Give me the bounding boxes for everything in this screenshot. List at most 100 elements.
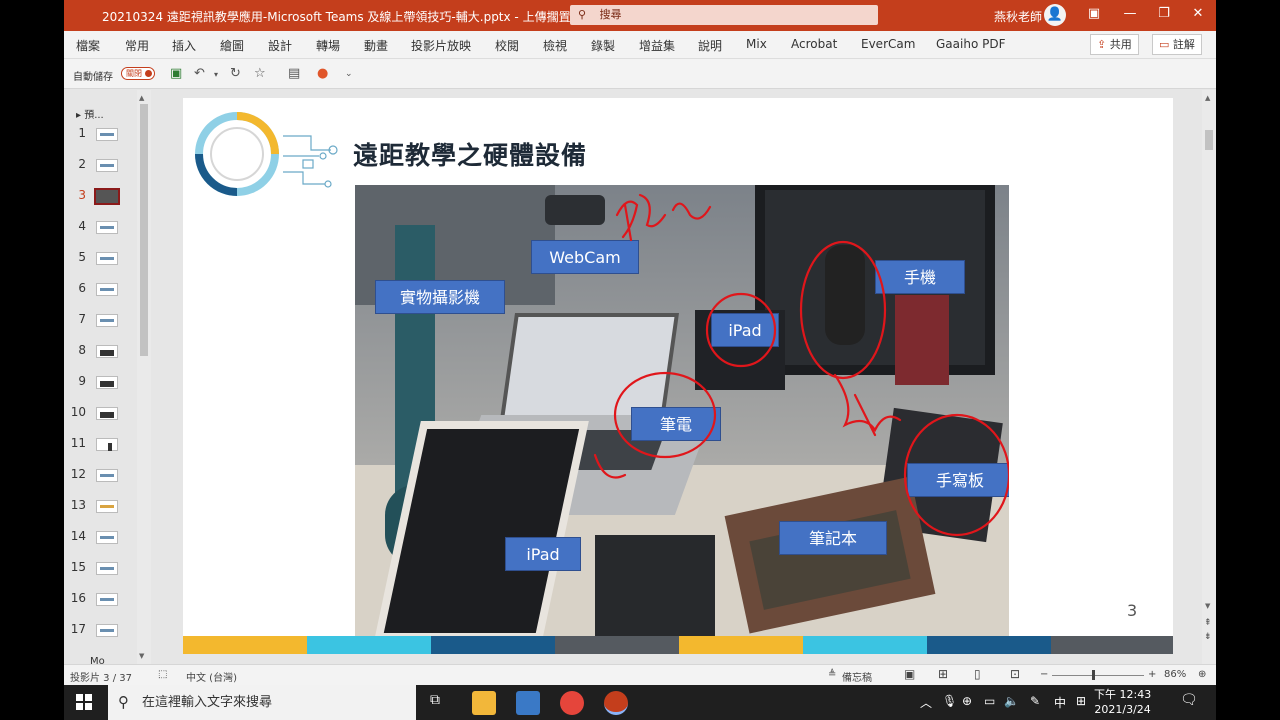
- word-app-icon[interactable]: [516, 691, 540, 715]
- ime-mode-icon[interactable]: ⊞: [1076, 694, 1086, 708]
- thumbnail-13[interactable]: 13: [64, 496, 144, 520]
- slide-scrollbar[interactable]: ▲ ▼ ⇞ ⇟: [1202, 90, 1216, 664]
- scroll-thumb[interactable]: [1205, 130, 1213, 150]
- task-view-icon[interactable]: ⧉: [430, 692, 440, 708]
- customize-star-icon[interactable]: ☆: [254, 66, 266, 81]
- search-icon: ⚲: [118, 693, 129, 711]
- slide-title[interactable]: 遠距教學之硬體設備: [353, 136, 587, 172]
- battery-icon[interactable]: ▭: [984, 694, 995, 708]
- accessibility-icon[interactable]: ⬚: [158, 669, 167, 680]
- undo-icon[interactable]: ↶: [194, 66, 205, 81]
- tab-file[interactable]: 檔案: [76, 37, 100, 54]
- thumbnail-7[interactable]: 7: [64, 310, 144, 334]
- pen-icon[interactable]: ✎: [1030, 694, 1040, 708]
- tab-draw[interactable]: 繪圖: [220, 37, 244, 54]
- thumbnail-12[interactable]: 12: [64, 465, 144, 489]
- tab-design[interactable]: 設計: [268, 37, 292, 54]
- thumbnail-4[interactable]: 4: [64, 217, 144, 241]
- restore-button[interactable]: ❐: [1154, 6, 1174, 21]
- thumbnail-11[interactable]: 11: [64, 434, 144, 458]
- taskbar-clock[interactable]: 下午 12:43 2021/3/24: [1094, 687, 1151, 717]
- thumbnail-9[interactable]: 9: [64, 372, 144, 396]
- normal-view-icon[interactable]: ▣: [904, 667, 915, 681]
- previous-slide-icon[interactable]: ⇞: [1204, 618, 1212, 628]
- reading-view-icon[interactable]: ▯: [974, 667, 981, 681]
- thumbnail-8[interactable]: 8: [64, 341, 144, 365]
- notes-button[interactable]: 備忘稿: [842, 669, 872, 684]
- save-icon[interactable]: ▣: [170, 66, 182, 81]
- ime-indicator[interactable]: 中: [1054, 694, 1066, 711]
- thumbnail-5[interactable]: 5: [64, 248, 144, 272]
- thumbnail-10[interactable]: 10: [64, 403, 144, 427]
- user-name[interactable]: 燕秋老師: [994, 8, 1042, 25]
- tab-transitions[interactable]: 轉場: [316, 37, 340, 54]
- thumbnail-17[interactable]: 17: [64, 620, 144, 644]
- microphone-icon[interactable]: 🎙: [942, 694, 957, 708]
- file-explorer-icon[interactable]: [472, 691, 496, 715]
- thumbnail-16[interactable]: 16: [64, 589, 144, 613]
- undo-dropdown-icon[interactable]: ▾: [214, 70, 218, 79]
- tab-evercam[interactable]: EverCam: [861, 37, 915, 51]
- tab-insert[interactable]: 插入: [172, 37, 196, 54]
- tab-record[interactable]: 錄製: [591, 37, 615, 54]
- zoom-out-icon[interactable]: −: [1040, 669, 1048, 680]
- tab-gaaiho-pdf[interactable]: Gaaiho PDF: [936, 37, 1005, 51]
- language-indicator[interactable]: 中文 (台灣): [186, 669, 237, 684]
- tab-help[interactable]: 說明: [698, 37, 722, 54]
- zoom-slider[interactable]: [1052, 670, 1144, 680]
- slide-sorter-icon[interactable]: ⊞: [938, 667, 948, 681]
- next-slide-icon[interactable]: ⇟: [1204, 632, 1212, 642]
- scroll-down-icon[interactable]: ▼: [1205, 602, 1210, 610]
- thumbnail-15[interactable]: 15: [64, 558, 144, 582]
- notification-icon[interactable]: 🗨: [1180, 692, 1198, 708]
- ribbon-display-options-icon[interactable]: ▣: [1084, 6, 1104, 21]
- windows-taskbar: ⚲ 在這裡輸入文字來搜尋 ⧉ ︿ 🎙 ⊕ ▭ 🔈 ✎ 中 ⊞ 下午 12:43 …: [64, 685, 1216, 720]
- tab-slideshow[interactable]: 投影片放映: [411, 37, 471, 54]
- tab-animations[interactable]: 動畫: [364, 37, 388, 54]
- tab-view[interactable]: 檢視: [543, 37, 567, 54]
- qat-more-icon[interactable]: ⌄: [345, 69, 353, 79]
- fit-slide-icon[interactable]: ⊕: [1198, 669, 1206, 680]
- thumbnail-scrollbar[interactable]: ▲ ▼: [137, 90, 151, 664]
- tab-home[interactable]: 常用: [125, 37, 149, 54]
- tab-acrobat[interactable]: Acrobat: [791, 37, 837, 51]
- scroll-up-icon[interactable]: ▲: [1205, 94, 1210, 102]
- thumbnail-1[interactable]: 1: [64, 124, 144, 148]
- thumbnail-header[interactable]: ▸ 預...: [76, 106, 104, 121]
- scroll-thumb[interactable]: [140, 104, 148, 356]
- tab-mix[interactable]: Mix: [746, 37, 767, 51]
- thumbnail-image: [96, 500, 118, 513]
- slide-photo[interactable]: WebCam 實物攝影機 手機 iPad 筆電 手寫板 iPad 筆記本: [355, 185, 1009, 637]
- chrome-icon[interactable]: [560, 691, 584, 715]
- thumbnail-2[interactable]: 2: [64, 155, 144, 179]
- notes-icon[interactable]: ≜: [828, 669, 836, 680]
- volume-icon[interactable]: 🔈: [1004, 694, 1019, 708]
- scroll-up-icon[interactable]: ▲: [139, 94, 144, 102]
- tray-expand-icon[interactable]: ︿: [920, 694, 932, 711]
- slide-canvas[interactable]: 遠距教學之硬體設備 WebCam 實物攝影機 手機 iPad 筆電 手寫板 iP…: [183, 98, 1173, 654]
- redo-icon[interactable]: ↻: [230, 66, 241, 81]
- close-button[interactable]: ✕: [1188, 6, 1208, 21]
- present-icon[interactable]: ▤: [288, 66, 300, 81]
- ink-annotations[interactable]: [355, 185, 1009, 637]
- taskbar-search-box[interactable]: ⚲ 在這裡輸入文字來搜尋: [108, 685, 416, 720]
- search-box[interactable]: ⚲ 搜尋: [570, 5, 878, 25]
- scroll-down-icon[interactable]: ▼: [139, 652, 144, 660]
- avatar[interactable]: 👤: [1044, 4, 1066, 26]
- minimize-button[interactable]: —: [1120, 6, 1140, 21]
- comments-button[interactable]: ▭ 註解: [1152, 34, 1202, 55]
- slideshow-icon[interactable]: ⊡: [1010, 667, 1020, 681]
- thumbnail-6[interactable]: 6: [64, 279, 144, 303]
- windows-start-icon[interactable]: [76, 694, 92, 710]
- network-globe-icon[interactable]: ⊕: [962, 694, 972, 708]
- autosave-toggle[interactable]: 關閉: [121, 67, 155, 80]
- tab-addins[interactable]: 增益集: [639, 37, 675, 54]
- thumbnail-3[interactable]: 3: [64, 186, 144, 210]
- share-button[interactable]: ⇪ 共用: [1090, 34, 1139, 55]
- thumbnail-14[interactable]: 14: [64, 527, 144, 551]
- record-icon[interactable]: ●: [317, 66, 328, 81]
- zoom-in-icon[interactable]: +: [1148, 669, 1156, 680]
- zoom-level[interactable]: 86%: [1164, 669, 1186, 680]
- powerpoint-app-icon[interactable]: [604, 691, 628, 715]
- tab-review[interactable]: 校閱: [495, 37, 519, 54]
